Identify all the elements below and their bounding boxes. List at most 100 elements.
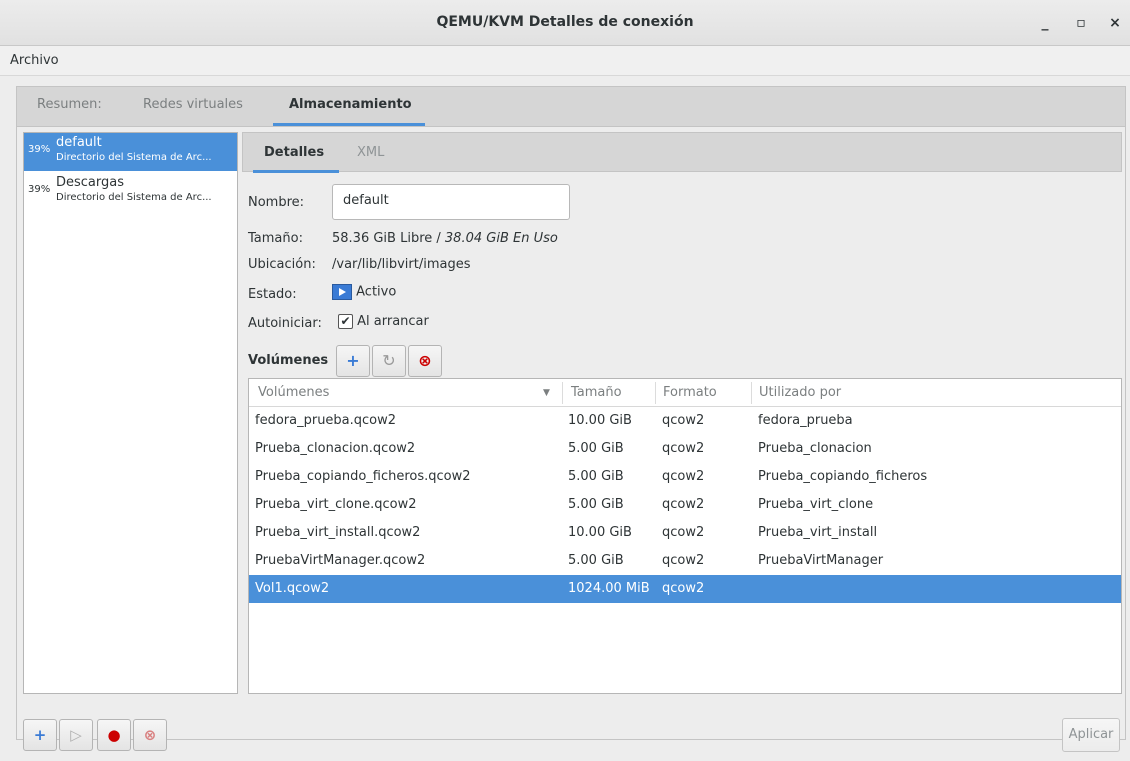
- column-divider: [751, 382, 752, 404]
- location-label: Ubicación:: [248, 257, 316, 272]
- title-bar[interactable]: QEMU/KVM Detalles de conexión _ ▫ ×: [0, 0, 1130, 46]
- pool-item-default[interactable]: 39% default Directorio del Sistema de Ar…: [24, 133, 237, 171]
- delete-volume-button[interactable]: ⊗: [408, 345, 442, 377]
- delete-icon: ⊗: [143, 726, 157, 744]
- menu-bar: Archivo: [0, 46, 1130, 76]
- running-icon: [332, 284, 352, 300]
- pool-usage-percent: 39%: [28, 144, 51, 155]
- size-free: 58.36 GiB Libre /: [332, 231, 445, 246]
- tab-xml[interactable]: XML: [357, 145, 384, 160]
- volume-used-by-cell: fedora_prueba: [758, 413, 853, 428]
- refresh-icon: ↻: [382, 351, 396, 370]
- tab-overview[interactable]: Resumen:: [37, 97, 102, 112]
- autostart-checkbox-wrap[interactable]: ✔ Al arrancar: [338, 314, 429, 329]
- volume-used-by-cell: Prueba_virt_install: [758, 525, 878, 540]
- table-row[interactable]: Prueba_virt_clone.qcow2 5.00 GiB qcow2 Prue…: [249, 491, 1121, 519]
- column-divider: [562, 382, 563, 404]
- table-header: Volúmenes ▼ Tamaño Formato Utilizado por: [249, 379, 1121, 407]
- pool-name: Descargas: [56, 175, 125, 190]
- stop-pool-button[interactable]: ●: [97, 719, 131, 751]
- column-header-size[interactable]: Tamaño: [571, 385, 622, 400]
- tab-storage[interactable]: Almacenamiento: [289, 97, 412, 112]
- add-volume-button[interactable]: +: [336, 345, 370, 377]
- minimize-button[interactable]: _: [1034, 12, 1056, 34]
- table-row[interactable]: Prueba_virt_install.qcow2 10.00 GiB qcow2 P…: [249, 519, 1121, 547]
- volume-size-cell: 1024.00 MiB: [568, 581, 650, 596]
- volume-size-cell: 5.00 GiB: [568, 469, 624, 484]
- pool-detail-panel: Detalles XML Nombre: default Tamaño: 58.…: [242, 132, 1122, 694]
- tab-details[interactable]: Detalles: [264, 145, 324, 160]
- volume-format-cell: qcow2: [662, 469, 705, 484]
- plus-icon: +: [346, 351, 360, 370]
- close-button[interactable]: ×: [1104, 12, 1126, 34]
- volume-size-cell: 10.00 GiB: [568, 525, 632, 540]
- column-header-volumes[interactable]: Volúmenes: [258, 385, 329, 400]
- name-label: Nombre:: [248, 195, 305, 210]
- volume-name-cell: Prueba_virt_install.qcow2: [255, 525, 421, 540]
- volume-name-cell: PruebaVirtManager.qcow2: [255, 553, 426, 568]
- volume-format-cell: qcow2: [662, 441, 705, 456]
- autostart-value: Al arrancar: [357, 314, 429, 329]
- add-pool-button[interactable]: +: [23, 719, 57, 751]
- state-value-wrap: Activo: [332, 284, 396, 300]
- autostart-checkbox[interactable]: ✔: [338, 314, 353, 329]
- volume-name-cell: Prueba_copiando_ficheros.qcow2: [255, 469, 471, 484]
- column-divider: [655, 382, 656, 404]
- volume-used-by-cell: Prueba_clonacion: [758, 441, 872, 456]
- play-icon: ▷: [70, 726, 82, 744]
- table-row[interactable]: Prueba_copiando_ficheros.qcow2 5.00 GiB qc…: [249, 463, 1121, 491]
- table-row[interactable]: fedora_prueba.qcow2 10.00 GiB qcow2 fedora_…: [249, 407, 1121, 435]
- delete-pool-button[interactable]: ⊗: [133, 719, 167, 751]
- pool-usage-percent: 39%: [28, 184, 51, 195]
- pool-detail-tabs: Detalles XML: [242, 132, 1122, 173]
- volume-used-by-cell: Prueba_copiando_ficheros: [758, 469, 928, 484]
- active-inner-tab-indicator: [253, 170, 339, 173]
- volume-name-cell: fedora_prueba.qcow2: [255, 413, 397, 428]
- connection-tabs: Resumen: Redes virtuales Almacenamiento: [16, 86, 1126, 126]
- volumes-heading: Volúmenes: [248, 353, 329, 368]
- autostart-label: Autoiniciar:: [248, 316, 322, 331]
- volume-format-cell: qcow2: [662, 553, 705, 568]
- column-header-used-by[interactable]: Utilizado por: [759, 385, 841, 400]
- state-label: Estado:: [248, 287, 297, 302]
- size-value: 58.36 GiB Libre / 38.04 GiB En Uso: [332, 231, 558, 246]
- table-row[interactable]: Prueba_clonacion.qcow2 5.00 GiB qcow2 Prueb…: [249, 435, 1121, 463]
- volume-size-cell: 10.00 GiB: [568, 413, 632, 428]
- storage-content: 39% default Directorio del Sistema de Ar…: [16, 126, 1126, 752]
- volume-size-cell: 5.00 GiB: [568, 441, 624, 456]
- volume-size-cell: 5.00 GiB: [568, 553, 624, 568]
- pool-item-descargas[interactable]: 39% Descargas Directorio del Sistema de …: [24, 173, 237, 211]
- volume-format-cell: qcow2: [662, 525, 705, 540]
- refresh-volumes-button[interactable]: ↻: [372, 345, 406, 377]
- pool-description: Directorio del Sistema de Arc...: [56, 152, 212, 163]
- sort-down-icon: ▼: [543, 388, 550, 398]
- column-header-format[interactable]: Formato: [663, 385, 717, 400]
- pool-description: Directorio del Sistema de Arc...: [56, 192, 212, 203]
- table-row[interactable]: Vol1.qcow2 1024.00 MiB qcow2: [249, 575, 1121, 603]
- size-used: 38.04 GiB En Uso: [444, 231, 558, 246]
- pool-name: default: [56, 135, 102, 150]
- location-value: /var/lib/libvirt/images: [332, 257, 471, 272]
- menu-file[interactable]: Archivo: [10, 53, 59, 68]
- delete-icon: ⊗: [418, 351, 432, 370]
- volume-format-cell: qcow2: [662, 581, 705, 596]
- volume-used-by-cell: PruebaVirtManager: [758, 553, 884, 568]
- volume-name-cell: Vol1.qcow2: [255, 581, 330, 596]
- pool-name-input[interactable]: default: [332, 184, 570, 220]
- plus-icon: +: [33, 726, 47, 744]
- volume-format-cell: qcow2: [662, 413, 705, 428]
- table-row[interactable]: PruebaVirtManager.qcow2 5.00 GiB qcow2 Prue…: [249, 547, 1121, 575]
- apply-button[interactable]: Aplicar: [1062, 718, 1120, 752]
- volume-size-cell: 5.00 GiB: [568, 497, 624, 512]
- tab-virtual-networks[interactable]: Redes virtuales: [143, 97, 243, 112]
- size-label: Tamaño:: [248, 231, 303, 246]
- start-pool-button[interactable]: ▷: [59, 719, 93, 751]
- volume-name-cell: Prueba_virt_clone.qcow2: [255, 497, 417, 512]
- main-area: Resumen: Redes virtuales Almacenamiento …: [0, 76, 1130, 761]
- storage-pool-list: 39% default Directorio del Sistema de Ar…: [23, 132, 238, 694]
- maximize-button[interactable]: ▫: [1070, 12, 1092, 34]
- volume-format-cell: qcow2: [662, 497, 705, 512]
- stop-icon: ●: [107, 726, 121, 744]
- state-value: Activo: [356, 284, 397, 300]
- volume-name-cell: Prueba_clonacion.qcow2: [255, 441, 416, 456]
